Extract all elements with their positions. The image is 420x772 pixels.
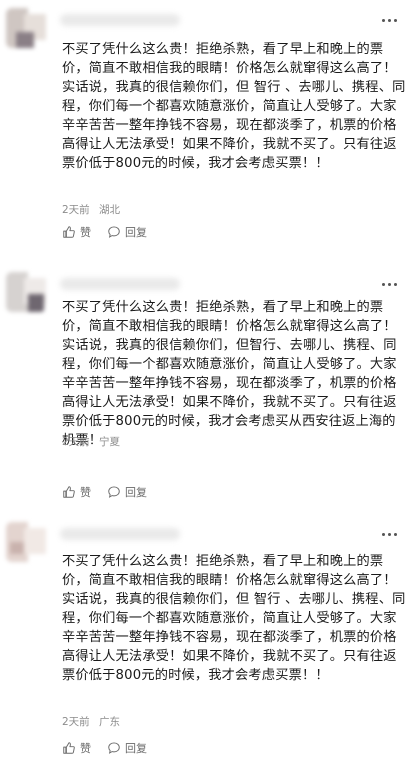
username[interactable] bbox=[60, 528, 180, 540]
comment-time: 2天前 bbox=[62, 436, 90, 448]
username[interactable] bbox=[60, 14, 180, 26]
comment-bubble-icon bbox=[108, 742, 120, 754]
reply-label: 回复 bbox=[125, 226, 147, 239]
thumbs-up-icon bbox=[63, 486, 75, 498]
comment-location: 湖北 bbox=[99, 204, 121, 216]
like-button[interactable]: 赞 bbox=[62, 224, 91, 240]
comment-item: 不买了凭什么这么贵！拒绝杀熟，看了早上和晚上的票价，简直不敢相信我的眼睛！价格怎… bbox=[0, 0, 420, 258]
more-options-icon[interactable] bbox=[382, 17, 402, 23]
thumbs-up-icon bbox=[63, 742, 75, 754]
reply-button[interactable]: 回复 bbox=[107, 484, 147, 500]
comment-time: 2天前 bbox=[62, 716, 90, 728]
comment-text: 不买了凭什么这么贵！拒绝杀熟，看了早上和晚上的票价，简直不敢相信我的眼睛！价格怎… bbox=[62, 554, 406, 683]
comment-location: 宁夏 bbox=[99, 436, 121, 448]
reply-button[interactable]: 回复 bbox=[107, 740, 147, 756]
comment-item: 不买了凭什么这么贵！拒绝杀熟，看了早上和晚上的票价，简直不敢相信我的眼睛！价格怎… bbox=[0, 258, 420, 512]
avatar[interactable] bbox=[6, 522, 46, 562]
username[interactable] bbox=[60, 278, 180, 290]
comment-bubble-icon bbox=[108, 226, 120, 238]
like-button[interactable]: 赞 bbox=[62, 740, 91, 756]
comment-text: 不买了凭什么这么贵！拒绝杀熟，看了早上和晚上的票价，简直不敢相信我的眼睛！价格怎… bbox=[62, 300, 397, 448]
comment-bubble-icon bbox=[108, 486, 120, 498]
avatar[interactable] bbox=[6, 272, 46, 312]
thumbs-up-icon bbox=[63, 226, 75, 238]
comment-actions: 赞 回复 bbox=[62, 224, 163, 240]
more-options-icon[interactable] bbox=[382, 281, 402, 287]
comment-meta: 2天前 广东 bbox=[62, 714, 120, 729]
reply-label: 回复 bbox=[125, 486, 147, 499]
comment-actions: 赞 回复 bbox=[62, 484, 163, 500]
reply-label: 回复 bbox=[125, 742, 147, 755]
reply-button[interactable]: 回复 bbox=[107, 224, 147, 240]
like-label: 赞 bbox=[80, 742, 91, 755]
comment-time: 2天前 bbox=[62, 204, 90, 216]
more-options-icon[interactable] bbox=[382, 531, 402, 537]
like-label: 赞 bbox=[80, 486, 91, 499]
comment-meta: 2天前 宁夏 bbox=[62, 434, 120, 449]
comment-location: 广东 bbox=[99, 716, 121, 728]
comment-meta: 2天前 湖北 bbox=[62, 202, 120, 217]
like-button[interactable]: 赞 bbox=[62, 484, 91, 500]
comment-actions: 赞 回复 bbox=[62, 740, 163, 756]
comment-text: 不买了凭什么这么贵！拒绝杀熟，看了早上和晚上的票价，简直不敢相信我的眼睛！价格怎… bbox=[62, 42, 406, 171]
like-label: 赞 bbox=[80, 226, 91, 239]
avatar[interactable] bbox=[6, 8, 46, 48]
comment-item: 不买了凭什么这么贵！拒绝杀熟，看了早上和晚上的票价，简直不敢相信我的眼睛！价格怎… bbox=[0, 512, 420, 772]
